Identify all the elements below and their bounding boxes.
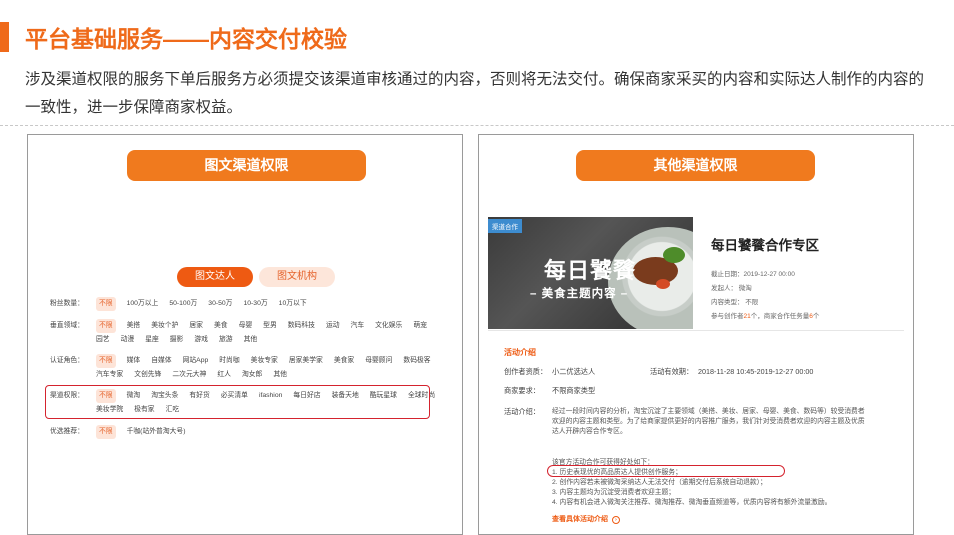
banner-title: 每日饕餮: [544, 258, 637, 283]
filter-option[interactable]: 美食家: [334, 354, 354, 368]
zone-title: 每日饕餮合作专区: [711, 238, 819, 253]
participants-text: 参与创作者21个，商家合作任务量6个: [711, 310, 819, 320]
creator-row: 创作者资质： 小二优选达人 活动有效期： 2018-11-28 10:45-20…: [504, 367, 834, 377]
filter-option[interactable]: 红人: [217, 368, 231, 382]
chevron-right-icon: ›: [611, 516, 620, 524]
filter-option[interactable]: 摄影: [170, 333, 184, 347]
filter-option[interactable]: 文创先锋: [134, 368, 161, 382]
filter-option[interactable]: 数码科技: [288, 319, 315, 333]
initiator-text: 发起人： 微淘: [711, 285, 752, 292]
tab-graphic-influencer[interactable]: 图文达人: [177, 267, 253, 287]
filter-label: 粉丝数量：: [50, 300, 84, 307]
filter-option[interactable]: 二次元大神: [172, 368, 206, 382]
filter-option[interactable]: 文化娱乐: [375, 319, 402, 333]
benefit-item: 3. 内容主题均为沉淀受消费者欢迎主题；: [552, 489, 676, 496]
filter-option[interactable]: 居家美学家: [289, 354, 323, 368]
dashed-divider: [0, 125, 954, 126]
filter-option[interactable]: 10-30万: [243, 297, 267, 311]
filter-option[interactable]: 30-50万: [208, 297, 232, 311]
participants-mid: 个，商家合作任务量: [750, 313, 810, 320]
cooperation-zone-card[interactable]: 渠道合作 每日饕餮 – 美食主题内容 – 每日饕餮合作专区 截止日期：2019-…: [488, 217, 904, 331]
filter-row-vertical: 垂直领域： 不限 美搭 美妆个护 居家 美食 母婴 型男 数码科技 运动 汽车 …: [50, 319, 456, 347]
filter-option[interactable]: 美食: [214, 319, 228, 333]
intro-label: 活动介绍：: [504, 407, 540, 416]
filter-option[interactable]: 动漫: [121, 333, 135, 347]
filter-option[interactable]: 美妆专家: [251, 354, 278, 368]
filter-option[interactable]: 自媒体: [151, 354, 171, 368]
filter-option[interactable]: 不限: [96, 425, 116, 439]
filter-option[interactable]: 园艺: [96, 333, 110, 347]
filter-option[interactable]: 萌宠: [413, 319, 427, 333]
content-type-text: 内容类型： 不限: [711, 299, 759, 306]
activity-heading: 活动介绍: [504, 348, 536, 357]
filter-option[interactable]: 数码极客: [403, 354, 430, 368]
filter-option[interactable]: 汽车: [351, 319, 365, 333]
filter-option[interactable]: 不限: [96, 297, 116, 311]
valid-label: 活动有效期：: [650, 367, 694, 376]
filter-option[interactable]: 50-100万: [169, 297, 197, 311]
benefit-item: 2. 创作内容若未被微淘采纳达人无法交付（逾期交付后系统自动退款）；: [552, 479, 767, 486]
view-activity-label: 查看具体活动介绍: [552, 516, 608, 523]
filter-option[interactable]: 汽车专家: [96, 368, 123, 382]
filter-option[interactable]: 其他: [244, 333, 258, 347]
participants-count: 21: [743, 313, 751, 320]
filter-label: 认证角色：: [50, 357, 84, 364]
filter-option[interactable]: 媒体: [127, 354, 141, 368]
merchant-value: 不限商家类型: [552, 386, 596, 395]
filter-option[interactable]: 10万以下: [279, 297, 307, 311]
intro-text: 经过一段时间内容的分析，淘宝沉淀了主要领域（美搭、美妆、居家、母婴、美食、数码等…: [552, 408, 865, 435]
filter-row-role: 认证角色： 不限 媒体 自媒体 网站App 时尚咖 美妆专家 居家美学家 美食家…: [50, 354, 456, 382]
valid-value: 2018-11-28 10:45-2019-12-27 00:00: [698, 367, 814, 376]
view-activity-link[interactable]: 查看具体活动介绍 ›: [552, 514, 620, 524]
benefit-item: 4. 内容有机会进入微淘关注推荐、微淘推荐、微淘垂直频道等，优质内容将有额外流量…: [552, 499, 832, 506]
salad-image: [663, 247, 685, 263]
page-title: 平台基础服务——内容交付校验: [25, 26, 347, 52]
title-accent-bar: [0, 22, 9, 52]
filter-option[interactable]: 不限: [96, 354, 116, 368]
filter-option[interactable]: 时尚咖: [219, 354, 239, 368]
panel-tag-graphic-channel: 图文渠道权限: [127, 150, 366, 181]
panel-tag-other-channel: 其他渠道权限: [576, 150, 815, 181]
merchant-row: 商家要求： 不限商家类型: [504, 386, 595, 396]
filter-option[interactable]: 千咖(站外普淘大号): [127, 425, 186, 439]
tab-graphic-agency[interactable]: 图文机构: [259, 267, 335, 287]
filter-option[interactable]: 型男: [263, 319, 277, 333]
filter-option[interactable]: 网站App: [183, 354, 209, 368]
filter-option[interactable]: 100万以上: [127, 297, 159, 311]
filter-option[interactable]: 不限: [96, 319, 116, 333]
creator-label: 创作者资质：: [504, 367, 548, 376]
filter-row-recommend: 优选推荐： 不限 千咖(站外普淘大号): [50, 425, 456, 439]
graphic-channel-panel: 图文渠道权限 图文达人 图文机构 粉丝数量： 不限 100万以上 50-100万…: [27, 134, 463, 535]
page-description: 涉及渠道权限的服务下单后服务方必须提交该渠道审核通过的内容，否则将无法交付。确保…: [25, 71, 925, 116]
filter-label: 优选推荐：: [50, 428, 84, 435]
participants-suffix: 个: [812, 313, 820, 320]
filter-option[interactable]: 居家: [189, 319, 203, 333]
creator-value: 小二优选达人: [552, 367, 596, 376]
filter-option[interactable]: 美妆个护: [151, 319, 178, 333]
channel-coop-badge: 渠道合作: [488, 219, 522, 233]
filter-option[interactable]: 运动: [326, 319, 340, 333]
filter-option[interactable]: 母婴: [239, 319, 253, 333]
participants-prefix: 参与创作者: [711, 313, 744, 320]
merchant-label: 商家要求：: [504, 386, 540, 395]
filter-option[interactable]: 美搭: [127, 319, 141, 333]
filter-row-fans: 粉丝数量： 不限 100万以上 50-100万 30-50万 10-30万 10…: [50, 297, 456, 311]
filter-option[interactable]: 旅游: [219, 333, 233, 347]
channel-permission-highlight: [45, 385, 430, 419]
banner-subtitle: – 美食主题内容 –: [530, 288, 629, 300]
banner-image: 渠道合作 每日饕餮 – 美食主题内容 –: [488, 217, 693, 329]
filter-option[interactable]: 游戏: [194, 333, 208, 347]
filter-label: 垂直领域：: [50, 322, 84, 329]
deadline-text: 截止日期：2019-12-27 00:00: [711, 271, 795, 278]
delivery-rule-highlight: [547, 465, 785, 477]
filter-option[interactable]: 星座: [145, 333, 159, 347]
filter-option[interactable]: 淘女郎: [242, 368, 262, 382]
other-channel-panel: 其他渠道权限 渠道合作 每日饕餮 – 美食主题内容 – 每日饕餮合作专区 截止日…: [478, 134, 914, 535]
filter-option[interactable]: 其他: [273, 368, 287, 382]
tomato-image: [656, 279, 670, 289]
filter-option[interactable]: 母婴顾问: [365, 354, 392, 368]
